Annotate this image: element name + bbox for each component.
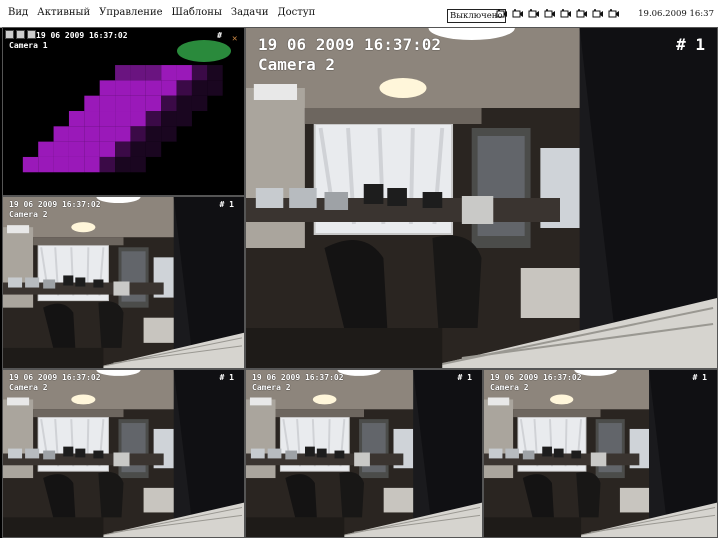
menu-active[interactable]: Активный bbox=[37, 7, 90, 18]
brand-badge-icon bbox=[177, 40, 231, 62]
menu-bar: Вид Активный Управление Шаблоны Задачи Д… bbox=[0, 0, 718, 28]
camera-tile-1[interactable]: 19 06 2009 16:37:02 Camera 1 # ✕ bbox=[2, 27, 245, 196]
camera-number: # 1 bbox=[219, 200, 234, 209]
menu-access[interactable]: Доступ bbox=[278, 7, 316, 18]
snapshot-icon[interactable] bbox=[5, 30, 14, 39]
timestamp-overlay: 19 06 2009 16:37:02 bbox=[258, 35, 442, 54]
timestamp-overlay: 19 06 2009 16:37:02 bbox=[9, 373, 101, 382]
camera-label: Camera 2 bbox=[252, 383, 291, 392]
camera-label: Camera 2 bbox=[9, 210, 48, 219]
camera-label: Camera 2 bbox=[9, 383, 48, 392]
record-icon[interactable] bbox=[16, 30, 25, 39]
close-icon[interactable]: ✕ bbox=[232, 34, 240, 44]
camera-number: # 1 bbox=[219, 373, 234, 382]
camera-number: # 1 bbox=[457, 373, 472, 382]
menu-templates[interactable]: Шаблоны bbox=[172, 7, 222, 18]
camera-toggle-icon[interactable] bbox=[496, 8, 508, 20]
menu-tasks[interactable]: Задачи bbox=[231, 7, 269, 18]
timestamp-overlay: 19 06 2009 16:37:02 bbox=[252, 373, 344, 382]
main-menu: Вид Активный Управление Шаблоны Задачи Д… bbox=[8, 7, 315, 18]
office-video bbox=[246, 28, 717, 368]
camera-number: # 1 bbox=[676, 35, 705, 54]
camera-number: # 1 bbox=[692, 373, 707, 382]
camera-label: Camera 2 bbox=[258, 55, 336, 74]
settings-icon[interactable] bbox=[27, 30, 36, 39]
timestamp-overlay: 19 06 2009 16:37:02 bbox=[9, 200, 101, 209]
camera-toggle-icon[interactable] bbox=[576, 8, 588, 20]
menu-view[interactable]: Вид bbox=[8, 7, 28, 18]
timestamp-overlay: 19 06 2009 16:37:02 bbox=[36, 31, 128, 40]
office-video bbox=[3, 370, 244, 537]
current-datetime: 19.06.2009 16:37 bbox=[638, 9, 714, 19]
camera-tile-bottom-1[interactable]: 19 06 2009 16:37:02 Camera 2 # 1 bbox=[2, 369, 245, 538]
tile-toolbar bbox=[5, 30, 36, 39]
camera-toggle-icon[interactable] bbox=[560, 8, 572, 20]
office-video bbox=[246, 370, 482, 537]
camera-toggle-bar bbox=[496, 8, 620, 20]
camera-label: Camera 2 bbox=[490, 383, 529, 392]
camera-tile-main[interactable]: 19 06 2009 16:37:02 Camera 2 # 1 bbox=[245, 27, 718, 369]
video-surveillance-app: Вид Активный Управление Шаблоны Задачи Д… bbox=[0, 0, 718, 538]
menu-control[interactable]: Управление bbox=[99, 7, 162, 18]
camera-number: # bbox=[217, 31, 222, 40]
camera-tile-bottom-2[interactable]: 19 06 2009 16:37:02 Camera 2 # 1 bbox=[245, 369, 483, 538]
timestamp-overlay: 19 06 2009 16:37:02 bbox=[490, 373, 582, 382]
camera-toggle-icon[interactable] bbox=[544, 8, 556, 20]
camera-toggle-icon[interactable] bbox=[608, 8, 620, 20]
camera-tile-left[interactable]: 19 06 2009 16:37:02 Camera 2 # 1 bbox=[2, 196, 245, 369]
office-video bbox=[3, 197, 244, 368]
camera-label: Camera 1 bbox=[9, 41, 48, 50]
camera-tile-bottom-3[interactable]: 19 06 2009 16:37:02 Camera 2 # 1 bbox=[483, 369, 718, 538]
camera-toggle-icon[interactable] bbox=[592, 8, 604, 20]
camera-toggle-icon[interactable] bbox=[512, 8, 524, 20]
camera-toggle-icon[interactable] bbox=[528, 8, 540, 20]
office-video bbox=[484, 370, 717, 537]
